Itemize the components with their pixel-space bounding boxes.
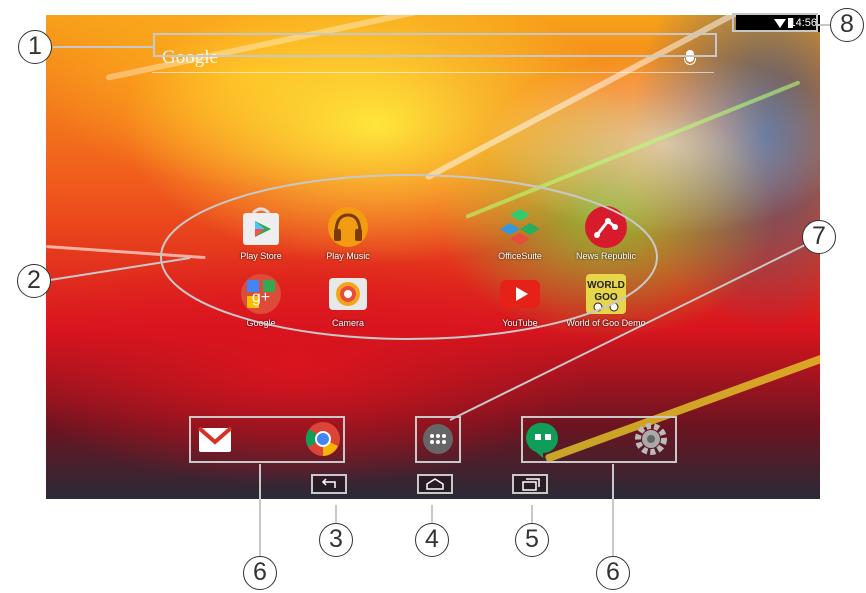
callout-1: 1 [18,30,52,64]
callout-6-right: 6 [596,556,630,590]
status-highlight-frame [732,13,818,32]
callout-4: 4 [415,523,449,557]
search-highlight-frame [153,33,717,57]
apps-highlight-ellipse [160,174,658,340]
callout-6-left: 6 [243,556,277,590]
callout-lines [49,13,830,557]
callout-5: 5 [515,523,549,557]
callout-3: 3 [319,523,353,557]
callout-8: 8 [830,8,864,42]
callout-2: 2 [17,264,51,298]
callout-7: 7 [802,220,836,254]
